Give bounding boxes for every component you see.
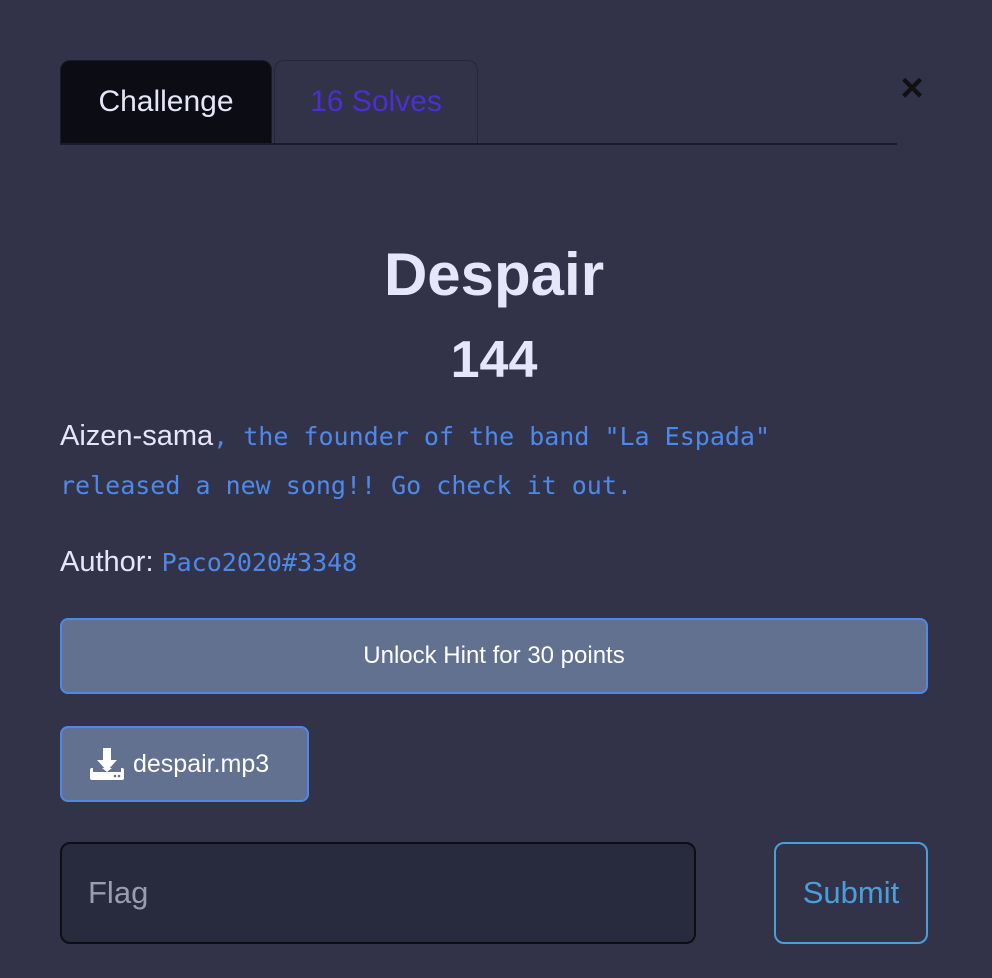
challenge-modal: Challenge 16 Solves × Despair 144 Aizen-… (60, 60, 930, 944)
flag-input[interactable] (60, 842, 696, 944)
author-handle: Paco2020#3348 (161, 548, 358, 577)
tab-solves-label: 16 Solves (310, 85, 442, 118)
description-lead: Aizen-sama (60, 420, 214, 452)
download-icon (90, 748, 124, 780)
close-icon[interactable]: × (894, 68, 930, 108)
challenge-title: Despair (383, 241, 605, 308)
author-line: Author: Paco2020#3348 (60, 540, 357, 585)
author-label: Author: (60, 546, 162, 578)
description-text-line2: released a new song!! Go check it out. (60, 471, 632, 500)
tab-challenge-label: Challenge (98, 85, 234, 118)
description-text-line1: , the founder of the band "La Espada" (213, 422, 771, 451)
unlock-hint-button[interactable]: Unlock Hint for 30 points (60, 618, 928, 694)
challenge-points: 144 (450, 331, 538, 389)
submit-button[interactable]: Submit (774, 842, 928, 944)
tab-solves[interactable]: 16 Solves (274, 60, 478, 143)
file-download-button[interactable]: despair.mp3 (60, 726, 309, 802)
file-name: despair.mp3 (133, 749, 270, 778)
challenge-description: Aizen-sama, the founder of the band "La … (60, 412, 928, 510)
tab-challenge[interactable]: Challenge (60, 60, 272, 143)
tab-bar: Challenge 16 Solves (60, 60, 897, 145)
